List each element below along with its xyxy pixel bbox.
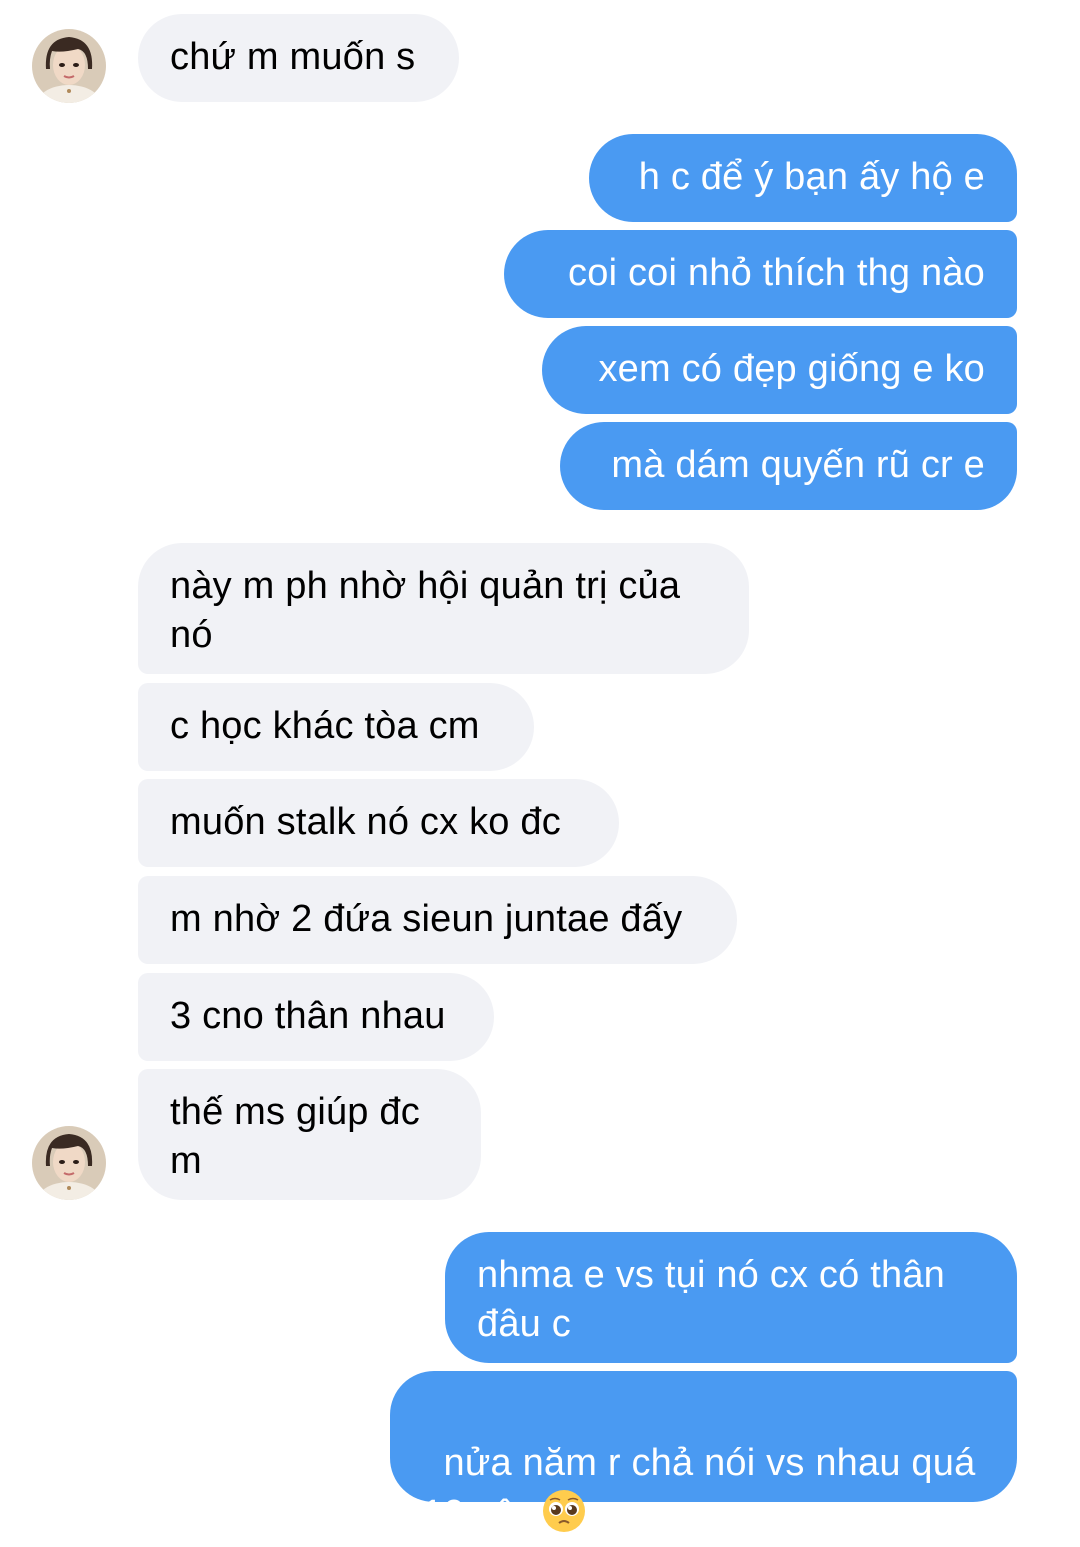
message-bubble-incoming[interactable]: muốn stalk nó cx ko đc — [138, 779, 619, 867]
message-bubble-incoming[interactable]: 3 cno thân nhau — [138, 973, 494, 1061]
message-bubble-outgoing[interactable]: coi coi nhỏ thích thg nào — [504, 230, 1017, 318]
message-bubble-outgoing[interactable]: nhma e vs tụi nó cx có thân đâu c — [445, 1232, 1017, 1363]
pleading-face-emoji-icon — [541, 1488, 587, 1534]
message-bubble-incoming[interactable]: chứ m muốn s — [138, 14, 459, 102]
message-bubble-outgoing[interactable]: h c để ý bạn ấy hộ e — [589, 134, 1017, 222]
avatar-photo-icon — [32, 29, 106, 103]
message-bubble-incoming[interactable]: c học khác tòa cm — [138, 683, 534, 771]
contact-avatar[interactable] — [32, 29, 106, 103]
message-bubble-incoming[interactable]: này m ph nhờ hội quản trị của nó — [138, 543, 749, 674]
message-bubble-outgoing[interactable]: nửa năm r chả nói vs nhau quá 10 câu — [390, 1371, 1017, 1535]
message-bubble-outgoing[interactable]: mà dám quyến rũ cr e — [560, 422, 1017, 510]
message-bubble-incoming[interactable]: m nhờ 2 đứa sieun juntae đấy — [138, 876, 737, 964]
avatar-photo-icon — [32, 1126, 106, 1200]
message-text: nửa năm r chả nói vs nhau quá 10 câu — [422, 1442, 976, 1535]
message-bubble-incoming[interactable]: thế ms giúp đc m — [138, 1069, 481, 1200]
contact-avatar[interactable] — [32, 1126, 106, 1200]
message-bubble-outgoing[interactable]: xem có đẹp giống e ko — [542, 326, 1017, 414]
